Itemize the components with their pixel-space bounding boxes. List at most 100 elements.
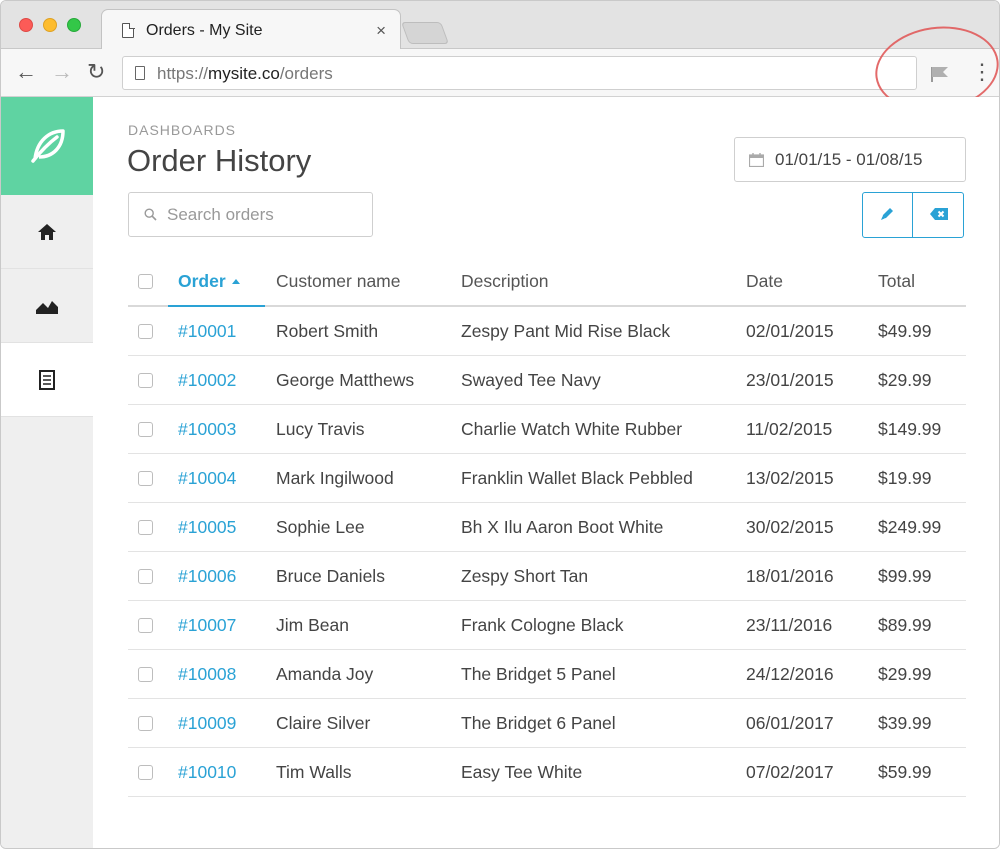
select-all-checkbox[interactable]	[138, 273, 153, 289]
search-input[interactable]	[167, 201, 367, 229]
select-all-cell	[138, 257, 153, 305]
customer-cell: Amanda Joy	[276, 663, 374, 684]
customer-cell: Bruce Daniels	[276, 565, 385, 586]
order-link[interactable]: #10005	[178, 517, 236, 538]
order-link[interactable]: #10001	[178, 321, 236, 342]
row-select-cell	[138, 601, 153, 649]
maximize-window-button[interactable]	[67, 18, 81, 32]
date-cell: 23/11/2016	[746, 614, 833, 635]
home-icon	[38, 224, 56, 240]
order-cell: #10002	[178, 356, 236, 404]
date-range-picker[interactable]: 01/01/15 - 01/08/15	[734, 137, 966, 182]
reload-icon[interactable]: ↻	[87, 59, 105, 85]
sidebar-item-home[interactable]	[1, 195, 93, 269]
table-row[interactable]: #10008 Amanda Joy The Bridget 5 Panel 24/12…	[128, 650, 966, 699]
description-cell: The Bridget 5 Panel	[461, 663, 616, 684]
row-checkbox[interactable]	[138, 372, 153, 388]
row-select-cell	[138, 356, 153, 404]
total-cell: $19.99	[878, 467, 932, 488]
row-select-cell	[138, 503, 153, 551]
customer-cell: Sophie Lee	[276, 516, 365, 537]
new-tab-button[interactable]	[400, 22, 450, 44]
table-row[interactable]: #10004 Mark Ingilwood Franklin Wallet Blac…	[128, 454, 966, 503]
order-cell: #10001	[178, 307, 236, 355]
page-info-icon[interactable]	[135, 66, 145, 80]
forward-icon[interactable]: →	[51, 59, 73, 85]
orders-table: Order Customer name Description Date Tot…	[128, 257, 966, 797]
row-checkbox[interactable]	[138, 715, 153, 731]
order-link[interactable]: #10010	[178, 762, 236, 783]
browser-tab[interactable]: Orders - My Site ×	[101, 9, 401, 50]
edit-button[interactable]	[863, 193, 913, 237]
table-row[interactable]: #10001 Robert Smith Zespy Pant Mid Rise Bl…	[128, 307, 966, 356]
order-cell: #10005	[178, 503, 236, 551]
description-cell: Easy Tee White	[461, 761, 583, 782]
minimize-window-button[interactable]	[43, 18, 57, 32]
action-button-group	[862, 192, 964, 238]
total-cell: $29.99	[878, 369, 932, 390]
clear-button[interactable]	[913, 193, 963, 237]
table-row[interactable]: #10002 George Matthews Swayed Tee Navy 23/0…	[128, 356, 966, 405]
breadcrumb: DASHBOARDS	[128, 122, 237, 138]
header-date[interactable]: Date	[746, 257, 783, 305]
order-link[interactable]: #10006	[178, 566, 236, 587]
date-cell: 07/02/2017	[746, 761, 834, 782]
back-icon[interactable]: ←	[15, 59, 37, 85]
header-customer[interactable]: Customer name	[276, 257, 401, 305]
description-cell: Charlie Watch White Rubber	[461, 418, 683, 439]
address-bar[interactable]: https://mysite.co/orders	[122, 56, 917, 90]
order-link[interactable]: #10008	[178, 664, 236, 685]
table-row[interactable]: #10003 Lucy Travis Charlie Watch White Rub…	[128, 405, 966, 454]
order-link[interactable]: #10004	[178, 468, 236, 489]
url-text: https://mysite.co/orders	[157, 64, 333, 84]
table-row[interactable]: #10006 Bruce Daniels Zespy Short Tan 18/01/…	[128, 552, 966, 601]
total-cell: $39.99	[878, 712, 932, 733]
header-order[interactable]: Order	[178, 257, 240, 305]
main-content: DASHBOARDS Order History 01/01/15 - 01/0…	[93, 97, 999, 848]
header-description[interactable]: Description	[461, 257, 549, 305]
order-link[interactable]: #10003	[178, 419, 236, 440]
sidebar-item-analytics[interactable]	[1, 269, 93, 343]
row-select-cell	[138, 307, 153, 355]
total-cell: $59.99	[878, 761, 932, 782]
row-checkbox[interactable]	[138, 666, 153, 682]
tab-title: Orders - My Site	[146, 22, 263, 39]
sort-ascending-icon	[231, 278, 240, 284]
date-cell: 30/02/2015	[746, 516, 834, 537]
table-header: Order Customer name Description Date Tot…	[128, 257, 966, 307]
brand-logo[interactable]	[1, 97, 93, 195]
sidebar-item-orders[interactable]	[1, 343, 93, 417]
row-select-cell	[138, 552, 153, 600]
customer-cell: George Matthews	[276, 369, 415, 390]
table-row[interactable]: #10010 Tim Walls Easy Tee White 07/02/2017 $…	[128, 748, 966, 797]
url-domain: mysite.co	[208, 64, 280, 83]
order-link[interactable]: #10007	[178, 615, 236, 636]
description-cell: Zespy Short Tan	[461, 565, 589, 586]
total-cell: $49.99	[878, 320, 932, 341]
close-window-button[interactable]	[19, 18, 33, 32]
header-total[interactable]: Total	[878, 257, 915, 305]
page-title: Order History	[127, 143, 312, 178]
row-checkbox[interactable]	[138, 617, 153, 633]
description-cell: Zespy Pant Mid Rise Black	[461, 320, 671, 341]
order-cell: #10009	[178, 699, 236, 747]
row-checkbox[interactable]	[138, 470, 153, 486]
row-checkbox[interactable]	[138, 421, 153, 437]
order-link[interactable]: #10002	[178, 370, 236, 391]
tab-close-icon[interactable]: ×	[376, 21, 386, 41]
customer-cell: Mark Ingilwood	[276, 467, 394, 488]
row-checkbox[interactable]	[138, 568, 153, 584]
row-checkbox[interactable]	[138, 323, 153, 339]
total-cell: $29.99	[878, 663, 932, 684]
order-cell: #10010	[178, 748, 236, 796]
table-row[interactable]: #10007 Jim Bean Frank Cologne Black 23/11/2…	[128, 601, 966, 650]
table-row[interactable]: #10005 Sophie Lee Bh X Ilu Aaron Boot Whit…	[128, 503, 966, 552]
order-link[interactable]: #10009	[178, 713, 236, 734]
date-cell: 23/01/2015	[746, 369, 834, 390]
row-checkbox[interactable]	[138, 764, 153, 780]
area-chart-icon	[36, 301, 58, 314]
table-row[interactable]: #10009 Claire Silver The Bridget 6 Panel 06…	[128, 699, 966, 748]
total-cell: $149.99	[878, 418, 942, 439]
table-body: #10001 Robert Smith Zespy Pant Mid Rise Bl…	[128, 307, 966, 797]
row-checkbox[interactable]	[138, 519, 153, 535]
